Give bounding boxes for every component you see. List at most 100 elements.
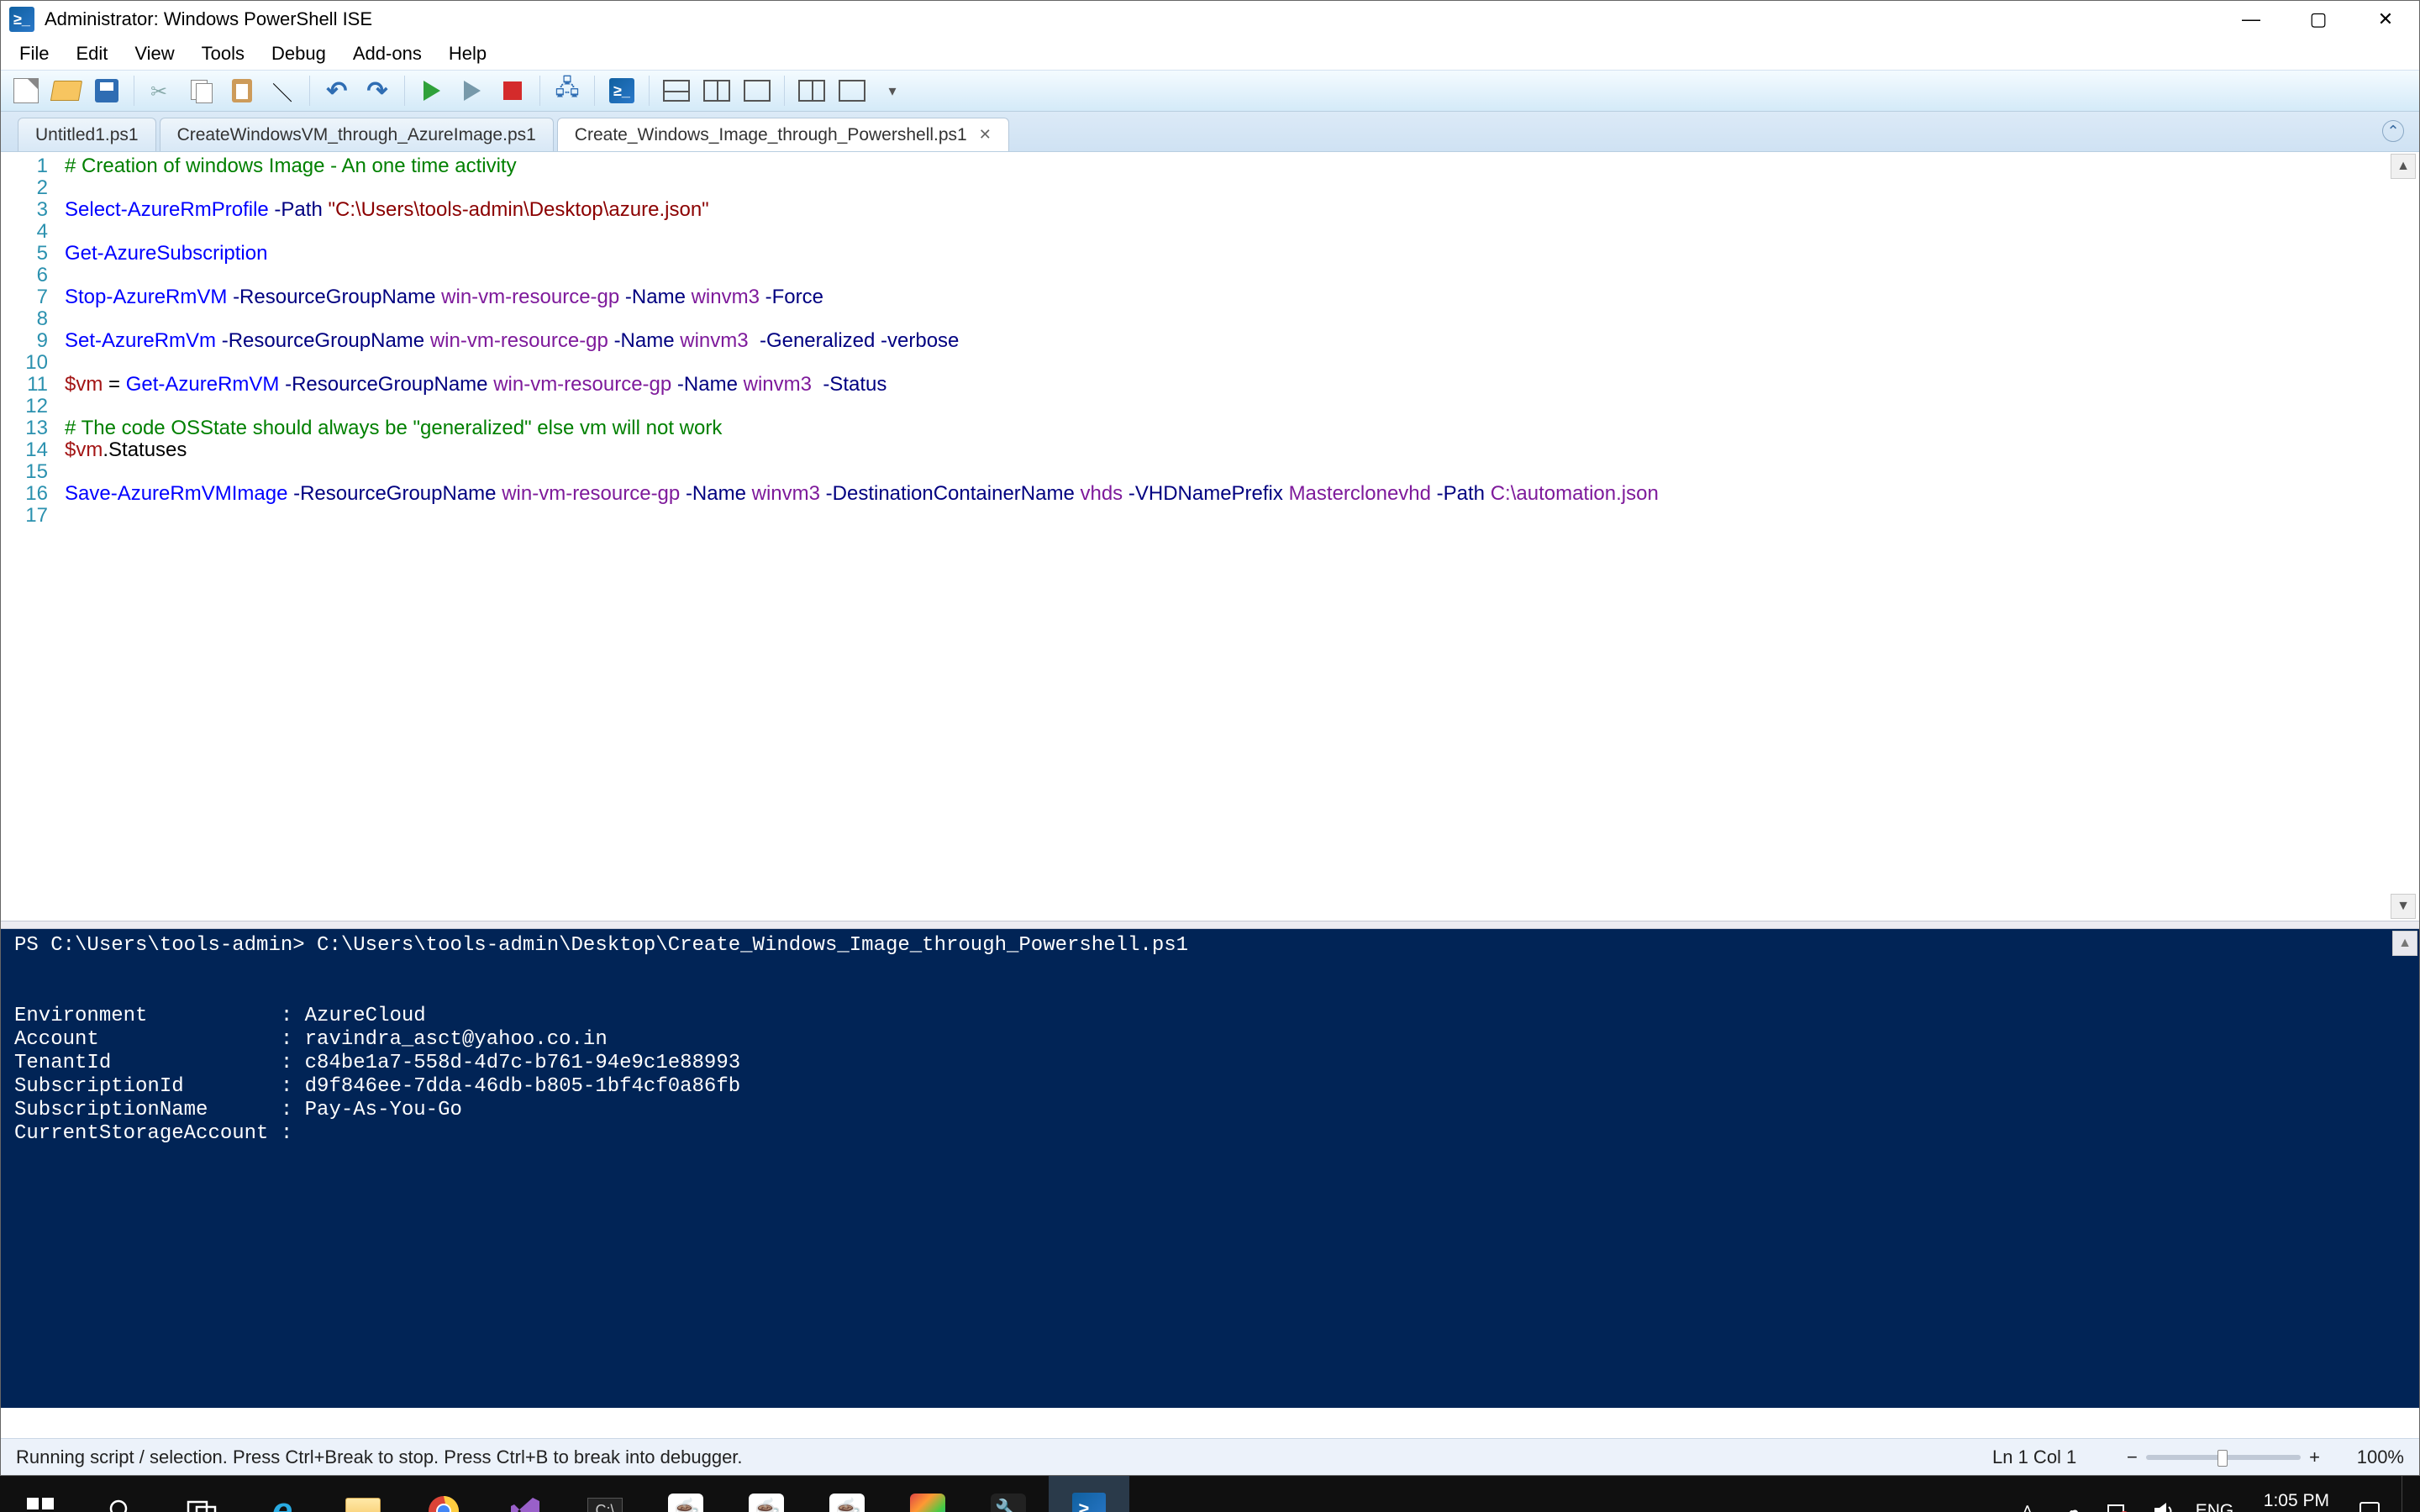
code-line[interactable] bbox=[65, 308, 2419, 330]
zoom-in-icon[interactable]: + bbox=[2309, 1446, 2320, 1468]
code-area[interactable]: # Creation of windows Image - An one tim… bbox=[60, 152, 2419, 921]
workspace: Untitled1.ps1 CreateWindowsVM_through_Azu… bbox=[1, 112, 2419, 1408]
start-powershell-button[interactable]: ≥_ bbox=[605, 74, 639, 108]
new-button[interactable] bbox=[9, 74, 43, 108]
tray-volume-icon[interactable] bbox=[2150, 1498, 2177, 1512]
clear-button[interactable]: ＼ bbox=[266, 74, 299, 108]
taskbar-chrome[interactable] bbox=[403, 1476, 484, 1512]
script-tab[interactable]: Untitled1.ps1 bbox=[18, 118, 156, 151]
stop-button[interactable] bbox=[496, 74, 529, 108]
menu-bar: File Edit View Tools Debug Add-ons Help bbox=[1, 38, 2419, 70]
taskbar-java-1[interactable]: ☕ bbox=[645, 1476, 726, 1512]
scroll-down-button[interactable]: ▼ bbox=[2391, 894, 2416, 919]
tray-time: 1:05 PM bbox=[2260, 1491, 2329, 1511]
tray-clock[interactable]: 1:05 PM 5/1/2017 bbox=[2252, 1491, 2338, 1512]
scroll-up-button[interactable]: ▲ bbox=[2391, 154, 2416, 179]
code-line[interactable] bbox=[65, 177, 2419, 199]
paste-button[interactable] bbox=[225, 74, 259, 108]
pane-splitter[interactable] bbox=[1, 921, 2419, 929]
taskbar-java-2[interactable]: ☕ bbox=[726, 1476, 807, 1512]
menu-debug[interactable]: Debug bbox=[258, 39, 339, 68]
taskbar-powershell-ise[interactable]: ≥_ bbox=[1049, 1476, 1129, 1512]
zoom-thumb[interactable] bbox=[2217, 1450, 2228, 1467]
zoom-out-icon[interactable]: − bbox=[2127, 1446, 2138, 1468]
collapse-script-pane-button[interactable]: ⌃ bbox=[2382, 120, 2404, 142]
tray-notifications-icon[interactable] bbox=[2356, 1498, 2383, 1512]
menu-file[interactable]: File bbox=[6, 39, 62, 68]
code-line[interactable]: $vm = Get-AzureRmVM -ResourceGroupName w… bbox=[65, 374, 2419, 396]
script-tab[interactable]: CreateWindowsVM_through_AzureImage.ps1 bbox=[160, 118, 554, 151]
taskbar-cmd[interactable]: C:\ bbox=[565, 1476, 645, 1512]
run-script-button[interactable] bbox=[415, 74, 449, 108]
code-line[interactable]: Select-AzureRmProfile -Path "C:\Users\to… bbox=[65, 199, 2419, 221]
show-command-addon-button[interactable] bbox=[795, 74, 829, 108]
title-bar[interactable]: ≥_ Administrator: Windows PowerShell ISE… bbox=[1, 1, 2419, 38]
console-scroll-up-button[interactable]: ▲ bbox=[2392, 931, 2417, 956]
new-remote-tab-button[interactable]: 🖧 bbox=[550, 74, 584, 108]
code-line[interactable]: Get-AzureSubscription bbox=[65, 243, 2419, 265]
minimize-button[interactable]: — bbox=[2217, 1, 2285, 38]
toolbar: ✂ ＼ ↶ ↷ 🖧 ≥_ ▾ bbox=[1, 70, 2419, 112]
redo-button[interactable]: ↷ bbox=[360, 74, 394, 108]
line-number-gutter: 1234567891011121314151617 bbox=[1, 152, 60, 921]
code-line[interactable] bbox=[65, 461, 2419, 483]
undo-button[interactable]: ↶ bbox=[320, 74, 354, 108]
script-tab-strip: Untitled1.ps1 CreateWindowsVM_through_Azu… bbox=[1, 112, 2419, 152]
taskbar-app-2[interactable]: 🔧 bbox=[968, 1476, 1049, 1512]
copy-button[interactable] bbox=[185, 74, 218, 108]
powershell-app-icon: ≥_ bbox=[9, 7, 34, 32]
zoom-track[interactable] bbox=[2146, 1455, 2301, 1460]
tray-chevron-up-icon[interactable]: ˄ bbox=[2014, 1498, 2041, 1512]
show-script-right-button[interactable] bbox=[700, 74, 734, 108]
tab-close-button[interactable]: ✕ bbox=[979, 126, 992, 144]
code-line[interactable]: Set-AzureRmVm -ResourceGroupName win-vm-… bbox=[65, 330, 2419, 352]
console-pane[interactable]: PS C:\Users\tools-admin> C:\Users\tools-… bbox=[1, 929, 2419, 1408]
code-line[interactable] bbox=[65, 265, 2419, 286]
taskbar-visualstudio[interactable] bbox=[484, 1476, 565, 1512]
menu-addons[interactable]: Add-ons bbox=[339, 39, 435, 68]
taskbar[interactable]: e C:\ ☕ ☕ ☕ 🔧 ≥_ ˄ ☁ ENG 1:05 PM 5/1/201… bbox=[0, 1476, 2420, 1512]
script-tab[interactable]: Create_Windows_Image_through_Powershell.… bbox=[557, 118, 1009, 151]
show-command-window-button[interactable] bbox=[835, 74, 869, 108]
show-script-top-button[interactable] bbox=[660, 74, 693, 108]
code-line[interactable]: Save-AzureRmVMImage -ResourceGroupName w… bbox=[65, 483, 2419, 505]
code-line[interactable] bbox=[65, 505, 2419, 527]
tray-network-blocked-icon[interactable] bbox=[2105, 1498, 2132, 1512]
start-button[interactable] bbox=[0, 1476, 81, 1512]
cut-button[interactable]: ✂ bbox=[145, 74, 178, 108]
code-line[interactable] bbox=[65, 221, 2419, 243]
show-script-max-button[interactable] bbox=[740, 74, 774, 108]
toolbar-separator bbox=[309, 76, 310, 106]
taskbar-java-3[interactable]: ☕ bbox=[807, 1476, 887, 1512]
search-button[interactable] bbox=[81, 1476, 161, 1512]
code-line[interactable] bbox=[65, 396, 2419, 417]
save-button[interactable] bbox=[90, 74, 124, 108]
menu-help[interactable]: Help bbox=[435, 39, 500, 68]
taskbar-app-1[interactable] bbox=[887, 1476, 968, 1512]
code-line[interactable]: # The code OSState should always be "gen… bbox=[65, 417, 2419, 439]
menu-tools[interactable]: Tools bbox=[188, 39, 258, 68]
tray-onedrive-icon[interactable]: ☁ bbox=[2060, 1498, 2086, 1512]
toolbar-separator bbox=[784, 76, 785, 106]
menu-view[interactable]: View bbox=[121, 39, 187, 68]
menu-edit[interactable]: Edit bbox=[62, 39, 121, 68]
script-editor[interactable]: 1234567891011121314151617 # Creation of … bbox=[1, 152, 2419, 921]
code-line[interactable]: Stop-AzureRmVM -ResourceGroupName win-vm… bbox=[65, 286, 2419, 308]
tray-language[interactable]: ENG bbox=[2196, 1501, 2234, 1512]
open-button[interactable] bbox=[50, 74, 83, 108]
taskbar-explorer[interactable] bbox=[323, 1476, 403, 1512]
taskbar-ie[interactable]: e bbox=[242, 1476, 323, 1512]
toolbar-separator bbox=[404, 76, 405, 106]
toolbar-separator bbox=[539, 76, 540, 106]
maximize-button[interactable]: ▢ bbox=[2285, 1, 2352, 38]
code-line[interactable]: $vm.Statuses bbox=[65, 439, 2419, 461]
toolbar-overflow-button[interactable]: ▾ bbox=[876, 74, 909, 108]
show-desktop-button[interactable] bbox=[2402, 1476, 2412, 1512]
code-line[interactable] bbox=[65, 352, 2419, 374]
zoom-slider[interactable]: − + bbox=[2127, 1446, 2320, 1468]
code-line[interactable]: # Creation of windows Image - An one tim… bbox=[65, 155, 2419, 177]
task-view-button[interactable] bbox=[161, 1476, 242, 1512]
run-selection-button[interactable] bbox=[455, 74, 489, 108]
close-button[interactable]: ✕ bbox=[2352, 1, 2419, 38]
tab-label: CreateWindowsVM_through_AzureImage.ps1 bbox=[177, 125, 536, 145]
